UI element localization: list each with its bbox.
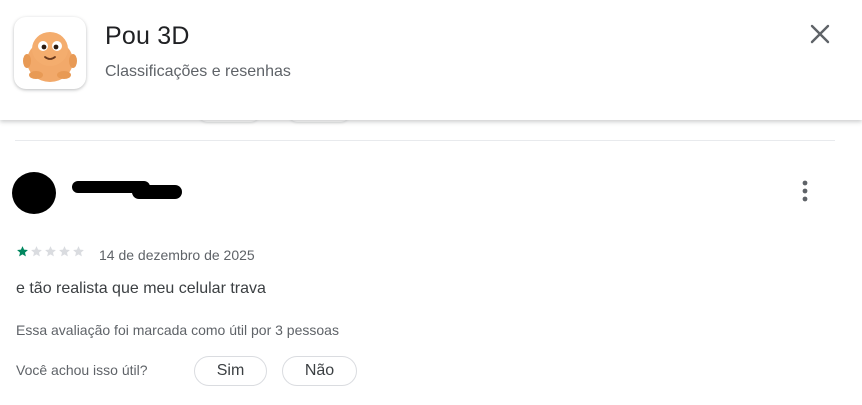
star-empty-icon bbox=[45, 246, 56, 257]
avatar bbox=[12, 172, 56, 214]
dialog-header: Pou 3D Classificações e resenhas bbox=[0, 0, 862, 120]
helpful-no-button[interactable]: Não bbox=[282, 356, 357, 386]
star-empty-icon bbox=[31, 246, 42, 257]
divider bbox=[15, 140, 835, 141]
redacted-username bbox=[72, 180, 184, 207]
review-text: e tão realista que meu celular trava bbox=[16, 280, 266, 297]
review-date: 14 de dezembro de 2025 bbox=[99, 247, 255, 263]
close-icon bbox=[810, 24, 830, 44]
more-vert-icon bbox=[802, 180, 808, 202]
app-title: Pou 3D bbox=[105, 22, 190, 50]
dialog-subtitle: Classificações e resenhas bbox=[105, 63, 291, 80]
star-empty-icon bbox=[73, 246, 84, 257]
star-rating bbox=[16, 245, 85, 258]
app-icon bbox=[14, 17, 86, 89]
star-empty-icon bbox=[59, 246, 70, 257]
helpful-question: Você achou isso útil? bbox=[16, 362, 148, 378]
more-options-button[interactable] bbox=[788, 174, 822, 208]
helpful-yes-button[interactable]: Sim bbox=[194, 356, 267, 386]
close-button[interactable] bbox=[800, 14, 840, 54]
star-filled-icon bbox=[17, 246, 28, 257]
helpful-count: Essa avaliação foi marcada como útil por… bbox=[16, 322, 339, 338]
